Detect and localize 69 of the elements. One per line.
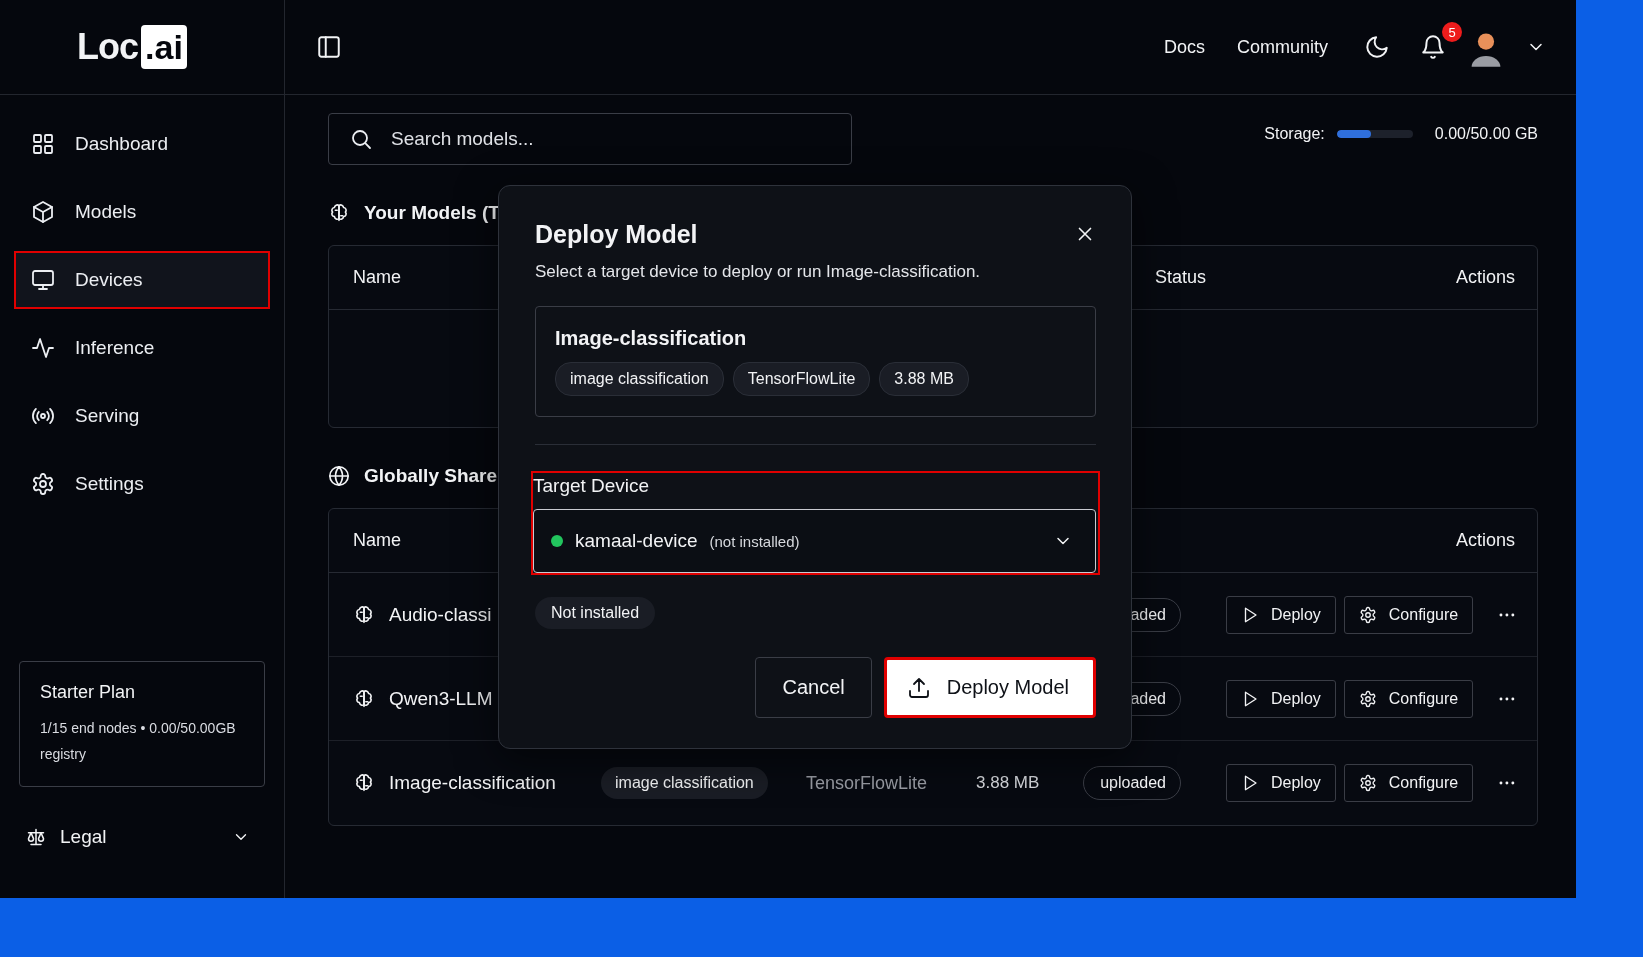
search-field[interactable]: Search models...	[328, 113, 852, 165]
dialog-subtitle: Select a target device to deploy or run Image-classification.	[535, 262, 982, 282]
plan-text: 1/15 end nodes • 0.00/50.00GB registry	[40, 719, 237, 764]
tag-chip: 3.88 MB	[879, 362, 969, 396]
deploy-button[interactable]: Deploy	[1226, 679, 1336, 718]
nav-link[interactable]: Community	[1236, 36, 1328, 58]
tag-chip: image classification	[601, 767, 768, 799]
sidebar-toggle-icon[interactable]	[316, 34, 342, 60]
more-icon[interactable]	[1499, 695, 1515, 702]
configure-button[interactable]: Configure	[1343, 679, 1474, 718]
scale-icon	[26, 827, 46, 847]
gear-icon	[1358, 774, 1377, 792]
search-input[interactable]: Search models...	[389, 114, 851, 164]
dashboard-grid-icon	[31, 132, 55, 156]
brain-icon	[353, 687, 375, 710]
tag-chip: image classification	[555, 362, 724, 396]
monitor-icon	[31, 268, 55, 292]
column-header: Actions	[1455, 267, 1515, 288]
upload-icon	[906, 675, 931, 700]
framework-text: TensorFlowLite	[806, 772, 928, 794]
gear-icon	[1358, 689, 1377, 708]
size-text: 3.88 MB	[976, 773, 1040, 793]
sidebar-item[interactable]: Inference	[14, 319, 270, 377]
search-icon	[349, 127, 373, 151]
brain-icon	[353, 772, 375, 794]
deploy-button[interactable]: Deploy	[1226, 595, 1336, 634]
field-label: Target Device	[533, 474, 651, 498]
model-name: Image-classification	[389, 772, 556, 794]
legal-menu[interactable]: Legal	[0, 812, 284, 862]
notification-badge: 5	[1442, 22, 1462, 42]
sidebar-item[interactable]: Serving	[14, 387, 270, 445]
pulse-icon	[31, 336, 55, 360]
cube-icon	[31, 200, 55, 224]
globe-icon	[328, 465, 350, 487]
column-header: Actions	[1455, 530, 1515, 551]
more-icon[interactable]	[1499, 780, 1515, 786]
column-header: Status	[1155, 267, 1207, 288]
section-title: Globally Share	[364, 465, 498, 487]
device-select[interactable]: kamaal-device (not installed)	[533, 509, 1096, 573]
section-title: Your Models (T	[364, 202, 500, 224]
sidebar-item[interactable]: Dashboard	[14, 115, 270, 173]
more-icon[interactable]	[1499, 611, 1515, 618]
column-header: Name	[353, 267, 401, 288]
moon-icon[interactable]	[1364, 34, 1390, 60]
logo[interactable]: Loc .ai	[77, 25, 187, 69]
sidebar-item[interactable]: Settings	[14, 455, 270, 513]
gear-icon	[1358, 605, 1377, 624]
storage-reading: 0.00/50.00 GB	[1434, 125, 1538, 143]
model-name: Image-classification	[555, 327, 748, 350]
sidebar-item[interactable]: Models	[14, 183, 270, 241]
cancel-button[interactable]: Cancel	[755, 657, 872, 718]
settings-icon	[31, 472, 55, 496]
deploy-model-button[interactable]: Deploy Model	[883, 657, 1096, 718]
plan-title: Starter Plan	[40, 682, 137, 703]
model-name: Qwen3-LLM	[389, 687, 493, 710]
nav-link[interactable]: Docs	[1163, 36, 1205, 58]
deploy-button[interactable]: Deploy	[1226, 764, 1336, 802]
column-header: Name	[353, 530, 401, 551]
brain-icon	[328, 202, 350, 224]
configure-button[interactable]: Configure	[1343, 595, 1474, 634]
model-name: Audio-classi	[389, 603, 492, 626]
storage-label: Storage:	[1264, 125, 1325, 143]
status-badge: Not installed	[535, 597, 656, 629]
configure-button[interactable]: Configure	[1343, 764, 1474, 802]
tag-chip: TensorFlowLite	[732, 362, 871, 396]
sidebar-item[interactable]: Devices	[14, 251, 270, 309]
dialog-title: Deploy Model	[535, 219, 698, 249]
brain-icon	[353, 603, 375, 626]
bell-icon[interactable]	[1420, 34, 1446, 60]
